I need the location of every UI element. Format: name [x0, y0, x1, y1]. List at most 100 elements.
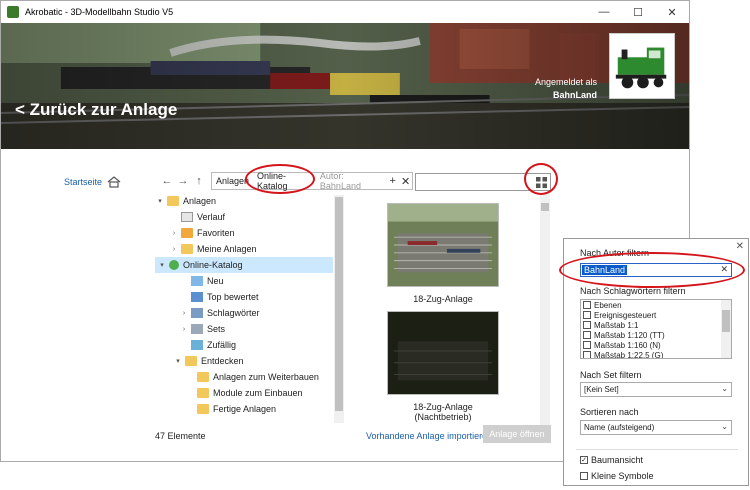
checkbox[interactable]: [580, 472, 588, 480]
add-filter-icon[interactable]: +: [386, 175, 399, 187]
home-link[interactable]: Startseite: [64, 176, 121, 188]
grid-icon: [535, 176, 547, 188]
chevron-down-icon[interactable]: ▾: [155, 197, 165, 205]
sort-select[interactable]: Name (aufsteigend) ⌄: [580, 420, 732, 435]
tag-item[interactable]: Maßstab 1:120 (TT): [581, 330, 731, 340]
search-input[interactable]: [415, 173, 551, 191]
chevron-right-icon[interactable]: ›: [179, 326, 189, 333]
tree-item-label: Top bewertet: [207, 292, 259, 302]
breadcrumb-item-author[interactable]: Autor: BahnLand: [316, 171, 386, 191]
tree-item-label: Online-Katalog: [183, 260, 243, 270]
tree-item-module-zum-einbauen[interactable]: Module zum Einbauen: [185, 385, 303, 401]
tree-item-verlauf[interactable]: Verlauf: [169, 209, 225, 225]
tree-view-toggle[interactable]: ✓ Baumansicht: [580, 455, 643, 465]
layout-card[interactable]: 18-Zug-Anlage: [387, 203, 499, 304]
close-icon[interactable]: ✕: [736, 241, 744, 252]
tree-item-label: Anlagen zum Weiterbauen: [213, 372, 319, 382]
tree-item-favoriten[interactable]: › Favoriten: [169, 225, 235, 241]
checkbox[interactable]: [583, 321, 591, 329]
maximize-button[interactable]: ☐: [621, 1, 655, 23]
checkbox[interactable]: ✓: [580, 456, 588, 464]
back-to-layout-link[interactable]: < Zurück zur Anlage: [15, 100, 177, 120]
globe-icon: [169, 260, 179, 270]
tag-item[interactable]: Ereignisgesteuert: [581, 310, 731, 320]
open-layout-button[interactable]: Anlage öffnen: [483, 425, 551, 443]
author-filter-input[interactable]: BahnLand ✕: [580, 263, 732, 277]
chevron-right-icon[interactable]: ›: [169, 246, 179, 253]
checkbox[interactable]: [583, 301, 591, 309]
chevron-right-icon[interactable]: ›: [179, 310, 189, 317]
tree-item-anlagen[interactable]: ▾ Anlagen: [155, 193, 216, 209]
minimize-button[interactable]: —: [587, 1, 621, 23]
folder-icon: [197, 404, 209, 414]
tag-label: Maßstab 1:160 (N): [594, 340, 661, 350]
filter-options-button[interactable]: [533, 174, 549, 190]
checkbox[interactable]: [583, 351, 591, 358]
tags-scrollbar[interactable]: [721, 300, 731, 358]
tree-item-entdecken[interactable]: ▾ Entdecken: [173, 353, 244, 369]
tree-view-label: Baumansicht: [591, 455, 644, 465]
random-icon: [191, 340, 203, 350]
folder-icon: [167, 196, 179, 206]
grid-scrollbar-thumb[interactable]: [541, 203, 549, 211]
up-arrow-icon[interactable]: ↑: [191, 175, 207, 187]
chevron-down-icon[interactable]: ▾: [157, 261, 167, 269]
clear-author-icon[interactable]: ✕: [720, 264, 728, 275]
tree-item-top-bewertet[interactable]: Top bewertet: [179, 289, 259, 305]
new-icon: [191, 276, 203, 286]
layout-thumbnail: [387, 203, 499, 287]
small-icons-toggle[interactable]: Kleine Symbole: [580, 471, 654, 481]
small-icons-label: Kleine Symbole: [591, 471, 654, 481]
tree-item-label: Meine Anlagen: [197, 244, 257, 254]
import-layout-link[interactable]: Vorhandene Anlage importieren: [366, 431, 492, 441]
chevron-down-icon[interactable]: ▾: [173, 357, 183, 365]
tree-scrollbar[interactable]: [334, 195, 344, 423]
sort-value: Name (aufsteigend): [584, 423, 655, 432]
tree-scrollbar-thumb[interactable]: [335, 197, 343, 411]
breadcrumb-item-anlagen[interactable]: Anlagen: [212, 176, 253, 186]
tag-item[interactable]: Maßstab 1:160 (N): [581, 340, 731, 350]
tag-item[interactable]: Ebenen: [581, 300, 731, 310]
logged-in-user: BahnLand: [553, 90, 597, 100]
chevron-right-icon[interactable]: ›: [169, 230, 179, 237]
close-button[interactable]: ✕: [655, 1, 689, 23]
user-avatar[interactable]: [609, 33, 675, 99]
folder-icon: [181, 244, 193, 254]
tree-item-label: Verlauf: [197, 212, 226, 222]
tag-label: Ereignisgesteuert: [594, 310, 657, 320]
checkbox[interactable]: [583, 311, 591, 319]
folder-icon: [197, 388, 209, 398]
clear-filter-icon[interactable]: ✕: [399, 175, 412, 188]
grid-scrollbar[interactable]: [540, 193, 550, 425]
author-filter-value: BahnLand: [582, 265, 628, 275]
breadcrumb-item-online-katalog[interactable]: Online-Katalog: [253, 171, 316, 191]
divider: [576, 449, 738, 450]
layout-card-title: 18-Zug-Anlage: [413, 294, 473, 304]
tag-item[interactable]: Maßstab 1:1: [581, 320, 731, 330]
tags-icon: [191, 308, 203, 318]
window-controls: — ☐ ✕: [587, 1, 689, 23]
tree-item-meine-anlagen[interactable]: › Meine Anlagen: [169, 241, 257, 257]
layout-card[interactable]: 18-Zug-Anlage (Nachtbetrieb): [387, 311, 499, 422]
tree-item-anlagen-zum-weiterbauen[interactable]: Anlagen zum Weiterbauen: [185, 369, 319, 385]
checkbox[interactable]: [583, 341, 591, 349]
tree-item-neu[interactable]: Neu: [179, 273, 224, 289]
folder-icon: [197, 372, 209, 382]
tree-item-schlagwoerter[interactable]: › Schlagwörter: [179, 305, 260, 321]
set-filter-label: Nach Set filtern: [580, 370, 642, 380]
tags-scrollbar-thumb[interactable]: [722, 310, 730, 332]
checkbox[interactable]: [583, 331, 591, 339]
layout-grid: 18-Zug-Anlage 18-Zug-Anlage (Nachtbetrie…: [359, 193, 539, 425]
back-arrow-icon[interactable]: ←: [159, 175, 175, 187]
forward-arrow-icon[interactable]: →: [175, 175, 191, 187]
tag-item[interactable]: Maßstab 1:22,5 (G): [581, 350, 731, 358]
tree-item-fertige-anlagen[interactable]: Fertige Anlagen: [185, 401, 276, 417]
set-filter-value: [Kein Set]: [584, 385, 619, 394]
tree-item-sets[interactable]: › Sets: [179, 321, 225, 337]
set-filter-select[interactable]: [Kein Set] ⌄: [580, 382, 732, 397]
tag-label: Ebenen: [594, 300, 622, 310]
home-icon: [107, 176, 121, 188]
tree-item-zufaellig[interactable]: Zufällig: [179, 337, 236, 353]
folder-tree: ▾ Anlagen Verlauf › Favoriten › Meine An…: [155, 193, 345, 425]
tree-item-online-katalog[interactable]: ▾ Online-Katalog: [155, 257, 333, 273]
